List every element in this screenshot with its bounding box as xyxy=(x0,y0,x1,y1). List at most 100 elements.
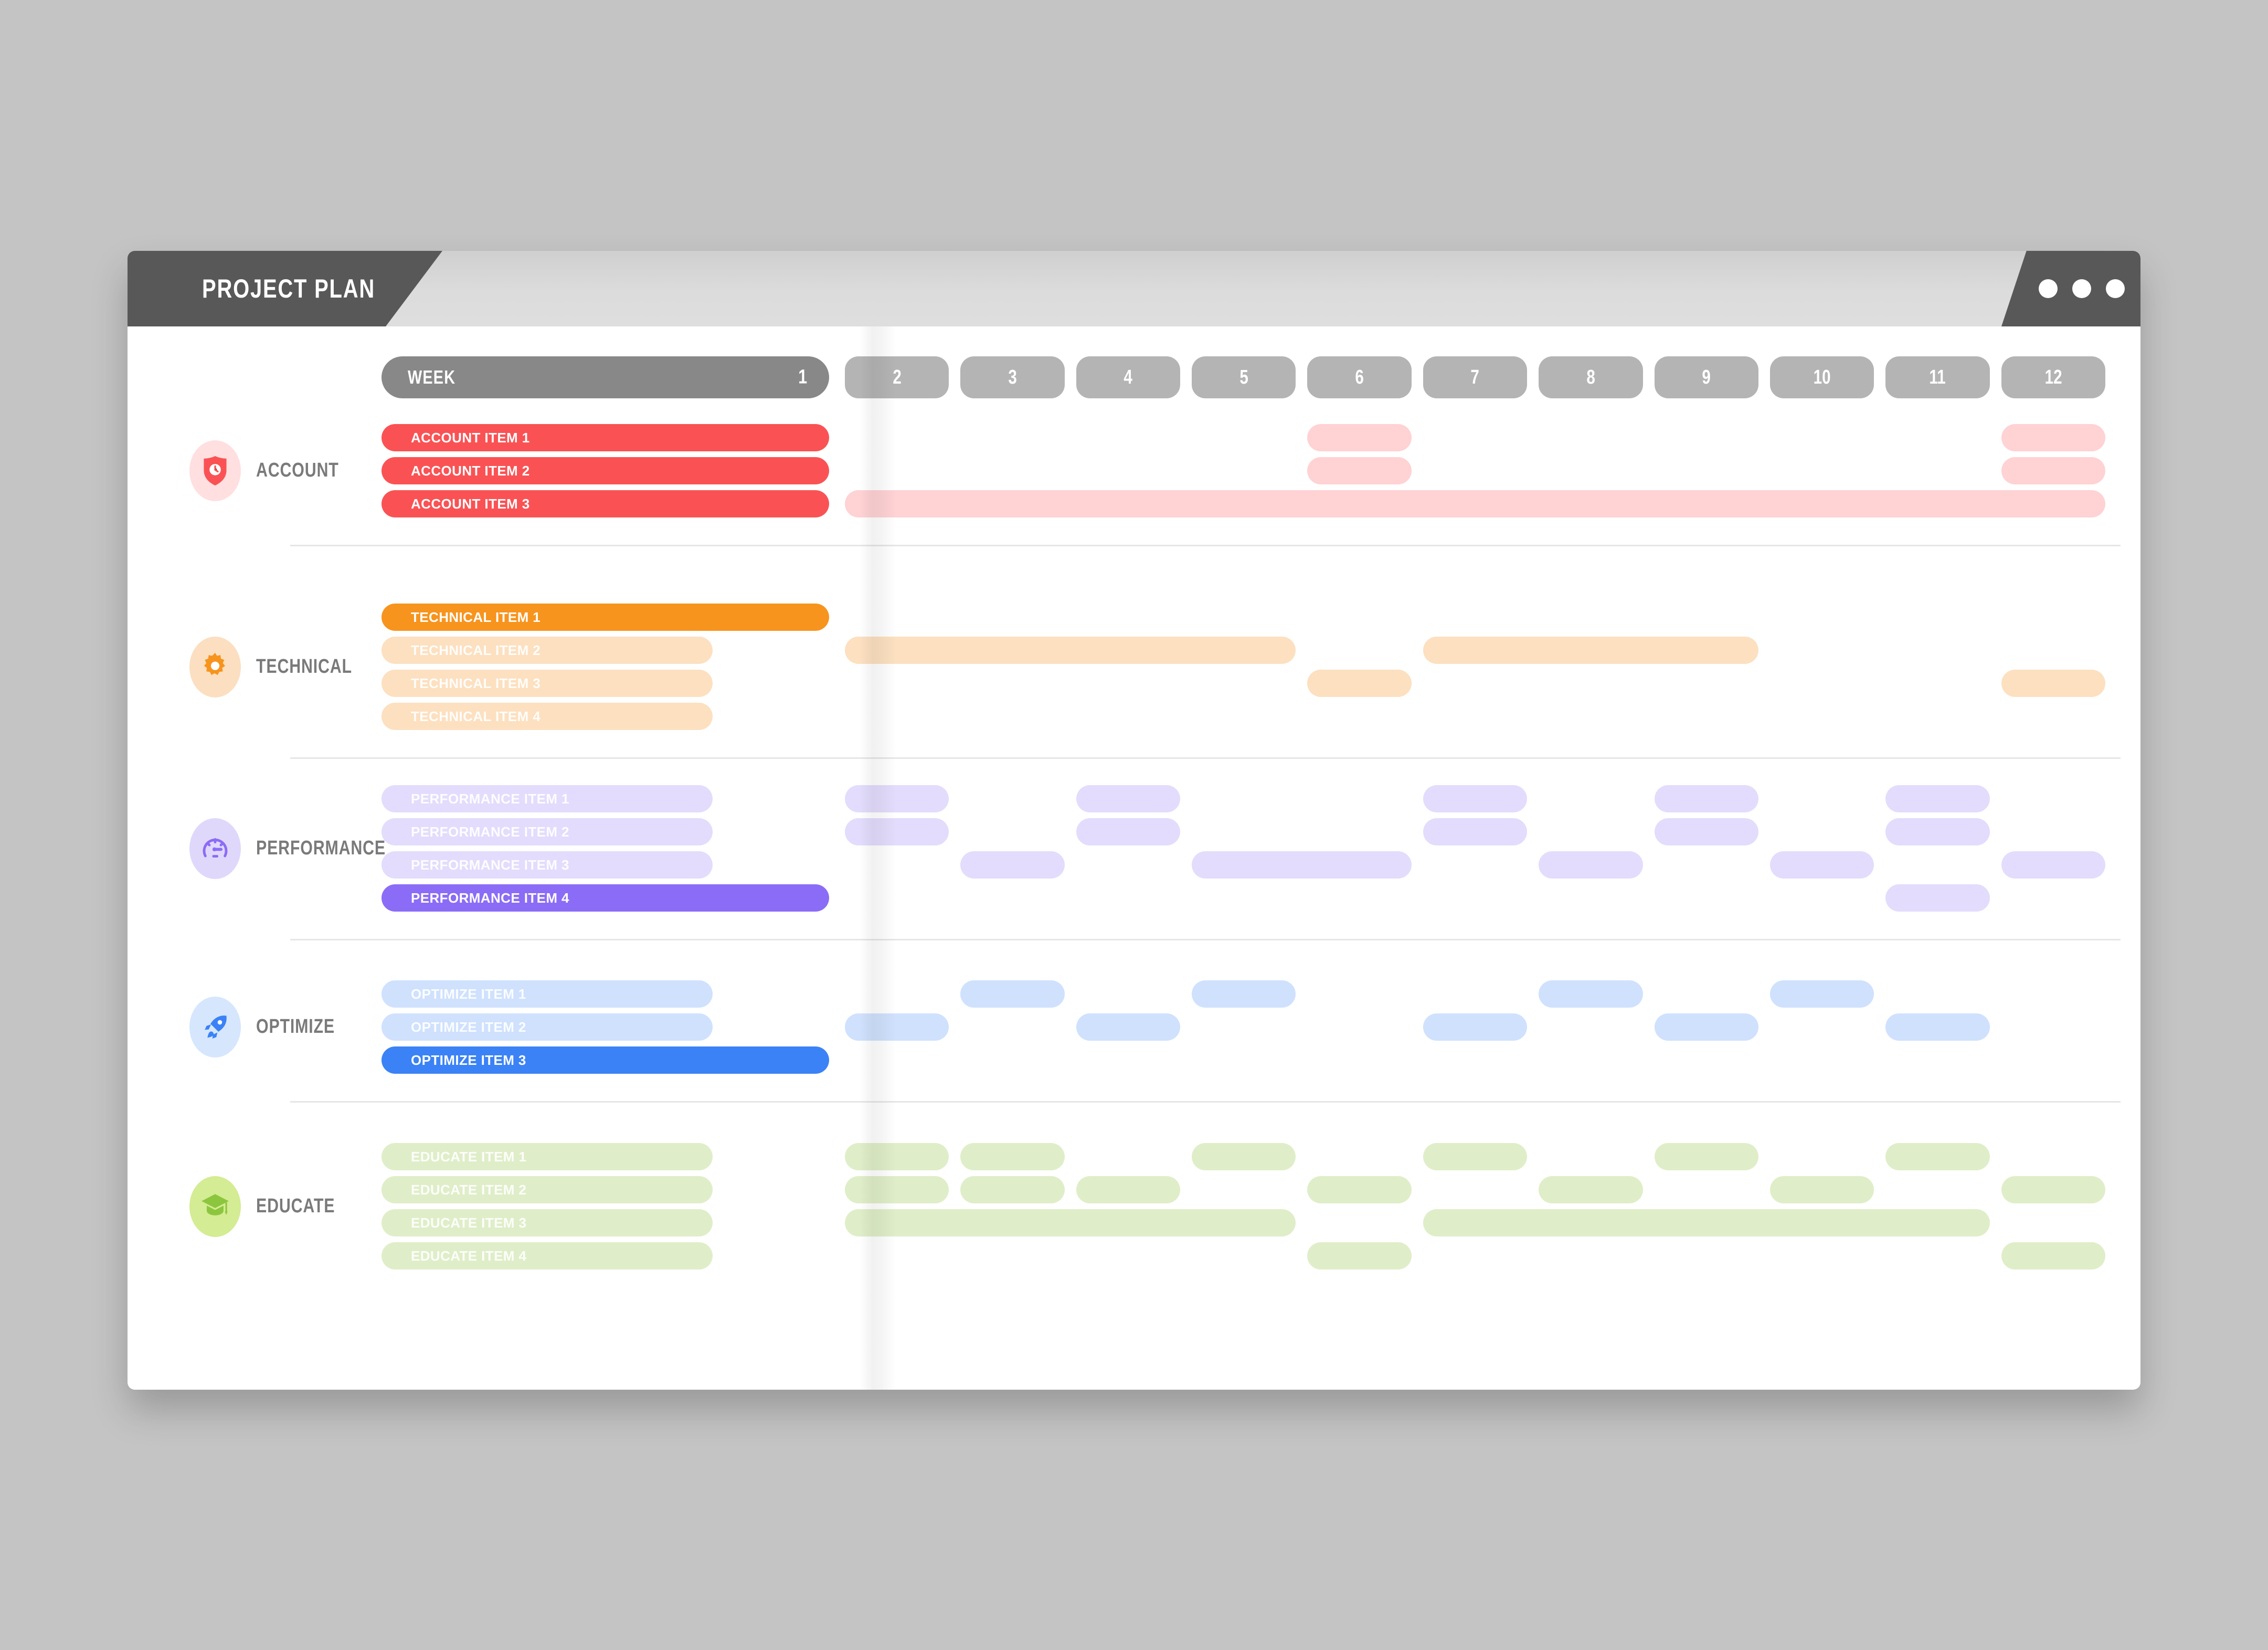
week-header-cell-7[interactable]: 7 xyxy=(1423,356,1528,398)
task-bar-technical-1[interactable]: TECHNICAL ITEM 1 xyxy=(381,604,829,631)
group-label-technical: TECHNICAL xyxy=(256,655,352,678)
task-bar-technical-3[interactable]: TECHNICAL ITEM 3 xyxy=(381,670,713,697)
week-header-cell-8[interactable]: 8 xyxy=(1539,356,1643,398)
task-bar-performance-4[interactable]: PERFORMANCE ITEM 4 xyxy=(381,884,829,912)
task-segment-performance-3-3[interactable] xyxy=(1539,851,1643,879)
task-segment-educate-3-1[interactable] xyxy=(845,1209,1296,1236)
task-segment-account-2-1[interactable] xyxy=(1307,457,1412,484)
task-segment-performance-1-3[interactable] xyxy=(1423,785,1528,812)
task-segment-educate-2-7[interactable] xyxy=(2001,1176,2105,1203)
task-label-text: EDUCATE ITEM 1 xyxy=(411,1148,527,1165)
task-segment-optimize-2-5[interactable] xyxy=(1885,1013,1990,1041)
task-label-text: OPTIMIZE ITEM 1 xyxy=(411,986,526,1002)
task-bar-account-2[interactable]: ACCOUNT ITEM 2 xyxy=(381,457,829,484)
task-segment-educate-1-4[interactable] xyxy=(1423,1143,1528,1170)
task-segment-performance-2-2[interactable] xyxy=(1076,818,1181,845)
task-bar-educate-1[interactable]: EDUCATE ITEM 1 xyxy=(381,1143,713,1170)
task-label-text: TECHNICAL ITEM 4 xyxy=(411,708,541,724)
task-bar-performance-2[interactable]: PERFORMANCE ITEM 2 xyxy=(381,818,713,845)
task-bar-performance-3[interactable]: PERFORMANCE ITEM 3 xyxy=(381,851,713,879)
project-plan-window: PROJECT PLAN WEEK 1 2 3 4 5 6 7 8 9 10 11 12 ACCOUNT… xyxy=(128,251,2140,1390)
week-number-5: 5 xyxy=(1239,366,1248,388)
task-segment-educate-1-5[interactable] xyxy=(1654,1143,1758,1170)
week-header-cell-12[interactable]: 12 xyxy=(2001,356,2105,398)
week-header-cell-3[interactable]: 3 xyxy=(960,356,1065,398)
task-segment-educate-1-3[interactable] xyxy=(1192,1143,1296,1170)
task-bar-account-1[interactable]: ACCOUNT ITEM 1 xyxy=(381,424,829,451)
week-header-cell-5[interactable]: 5 xyxy=(1192,356,1296,398)
week-header-cell-11[interactable]: 11 xyxy=(1885,356,1990,398)
week-header-cell-4[interactable]: 4 xyxy=(1076,356,1181,398)
task-bar-educate-3[interactable]: EDUCATE ITEM 3 xyxy=(381,1209,713,1236)
task-bar-technical-4[interactable]: TECHNICAL ITEM 4 xyxy=(381,703,713,730)
task-segment-performance-1-1[interactable] xyxy=(845,785,949,812)
task-segment-performance-1-4[interactable] xyxy=(1654,785,1758,812)
task-segment-educate-2-1[interactable] xyxy=(845,1176,949,1203)
week-header-cell-9[interactable]: 9 xyxy=(1654,356,1758,398)
task-segment-optimize-2-4[interactable] xyxy=(1654,1013,1758,1041)
task-segment-optimize-2-3[interactable] xyxy=(1423,1013,1528,1041)
task-segment-optimize-1-1[interactable] xyxy=(960,980,1065,1008)
task-segment-optimize-1-4[interactable] xyxy=(1769,980,1874,1008)
task-bar-educate-2[interactable]: EDUCATE ITEM 2 xyxy=(381,1176,713,1203)
task-segment-optimize-2-2[interactable] xyxy=(1076,1013,1181,1041)
task-segment-optimize-1-2[interactable] xyxy=(1192,980,1296,1008)
task-segment-educate-4-2[interactable] xyxy=(2001,1242,2105,1270)
task-segment-performance-3-5[interactable] xyxy=(2001,851,2105,879)
week-header-cell-2[interactable]: 2 xyxy=(845,356,949,398)
task-segment-educate-2-6[interactable] xyxy=(1769,1176,1874,1203)
task-segment-optimize-2-1[interactable] xyxy=(845,1013,949,1041)
task-segment-account-2-2[interactable] xyxy=(2001,457,2105,484)
task-segment-performance-1-2[interactable] xyxy=(1076,785,1181,812)
task-bar-optimize-1[interactable]: OPTIMIZE ITEM 1 xyxy=(381,980,713,1008)
task-segment-educate-4-1[interactable] xyxy=(1307,1242,1412,1270)
gear-icon xyxy=(189,636,241,697)
task-segment-performance-2-1[interactable] xyxy=(845,818,949,845)
task-label-text: EDUCATE ITEM 4 xyxy=(411,1247,527,1264)
graduation-cap-icon xyxy=(189,1176,241,1237)
task-segment-technical-2-2[interactable] xyxy=(1423,637,1758,664)
task-segment-educate-2-2[interactable] xyxy=(960,1176,1065,1203)
task-bar-optimize-2[interactable]: OPTIMIZE ITEM 2 xyxy=(381,1013,713,1041)
task-segment-performance-2-5[interactable] xyxy=(1885,818,1990,845)
task-segment-educate-1-2[interactable] xyxy=(960,1143,1065,1170)
task-bar-technical-2[interactable]: TECHNICAL ITEM 2 xyxy=(381,637,713,664)
task-segment-performance-2-3[interactable] xyxy=(1423,818,1528,845)
task-segment-technical-3-1[interactable] xyxy=(1307,670,1412,697)
task-segment-technical-2-1[interactable] xyxy=(845,637,1296,664)
task-bar-account-3[interactable]: ACCOUNT ITEM 3 xyxy=(381,490,829,517)
week-number-2: 2 xyxy=(892,366,902,388)
week-1-header-pill[interactable]: WEEK 1 xyxy=(381,356,829,398)
task-segment-account-1-1[interactable] xyxy=(1307,424,1412,451)
week-number-12: 12 xyxy=(2044,366,2062,388)
task-segment-performance-1-5[interactable] xyxy=(1885,785,1990,812)
task-segment-account-1-2[interactable] xyxy=(2001,424,2105,451)
week-header-cell-6[interactable]: 6 xyxy=(1307,356,1412,398)
task-segment-performance-3-2[interactable] xyxy=(1192,851,1412,879)
ellipsis-icon-dot-1 xyxy=(2038,279,2058,298)
week-number-8: 8 xyxy=(1586,366,1595,388)
task-segment-optimize-1-3[interactable] xyxy=(1539,980,1643,1008)
ellipsis-icon-dot-3 xyxy=(2105,279,2125,298)
task-segment-performance-2-4[interactable] xyxy=(1654,818,1758,845)
task-segment-performance-3-4[interactable] xyxy=(1769,851,1874,879)
task-label-text: OPTIMIZE ITEM 3 xyxy=(411,1052,526,1068)
task-segment-account-3-1[interactable] xyxy=(845,490,2105,517)
window-menu-button[interactable] xyxy=(2001,251,2140,326)
task-bar-performance-1[interactable]: PERFORMANCE ITEM 1 xyxy=(381,785,713,812)
task-segment-educate-2-3[interactable] xyxy=(1076,1176,1181,1203)
task-segment-educate-2-4[interactable] xyxy=(1307,1176,1412,1203)
task-segment-educate-1-6[interactable] xyxy=(1885,1143,1990,1170)
task-segment-technical-3-2[interactable] xyxy=(2001,670,2105,697)
task-bar-educate-4[interactable]: EDUCATE ITEM 4 xyxy=(381,1242,713,1270)
task-segment-educate-2-5[interactable] xyxy=(1539,1176,1643,1203)
rocket-icon xyxy=(189,997,241,1057)
task-segment-educate-1-1[interactable] xyxy=(845,1143,949,1170)
gantt-group-performance: PERFORMANCE PERFORMANCE ITEM 1 PERFORMANCE… xyxy=(128,785,2140,922)
task-segment-performance-3-1[interactable] xyxy=(960,851,1065,879)
week-header-cell-10[interactable]: 10 xyxy=(1769,356,1874,398)
task-segment-educate-3-2[interactable] xyxy=(1423,1209,1990,1236)
task-bar-optimize-3[interactable]: OPTIMIZE ITEM 3 xyxy=(381,1046,829,1074)
task-segment-performance-4-1[interactable] xyxy=(1885,884,1990,912)
group-label-performance: PERFORMANCE xyxy=(256,837,386,859)
